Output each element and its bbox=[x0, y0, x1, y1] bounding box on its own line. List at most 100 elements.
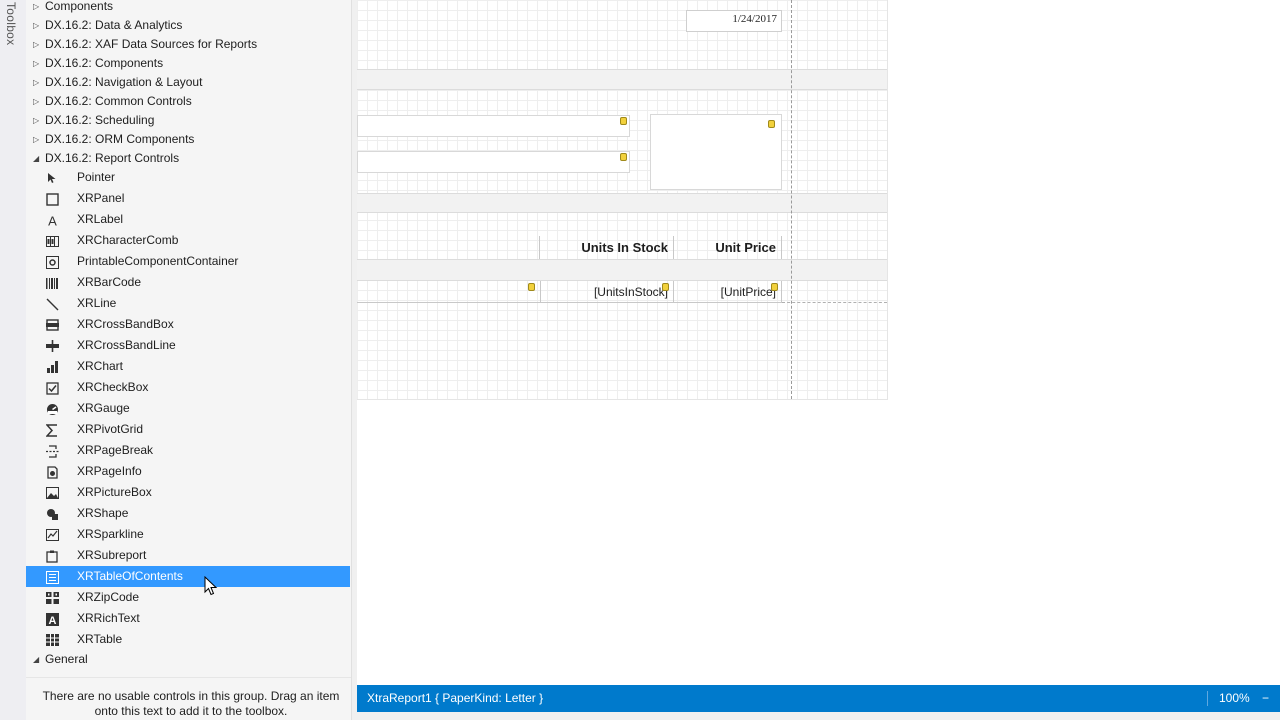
band-separator[interactable] bbox=[357, 193, 887, 213]
toolbox-group-dx-16-2-scheduling[interactable]: ▷ DX.16.2: Scheduling bbox=[26, 111, 352, 130]
smart-tag-icon[interactable] bbox=[528, 283, 535, 291]
page-info-icon bbox=[45, 465, 59, 479]
toolbox-item-label: XRTableOfContents bbox=[77, 569, 183, 583]
toolbox-item-xrbarcode[interactable]: XRBarCode bbox=[26, 272, 350, 293]
header-cell-blank[interactable] bbox=[357, 236, 540, 259]
picture-box[interactable] bbox=[650, 114, 782, 190]
toolbox-item-xrline[interactable]: XRLine bbox=[26, 293, 350, 314]
toolbox-item-label: Pointer bbox=[77, 170, 116, 184]
toolbox-item-xrcharactercomb[interactable]: XRCharacterComb bbox=[26, 230, 350, 251]
collapsed-triangle-icon[interactable]: ▷ bbox=[33, 54, 39, 73]
toolbox-item-label: XRPageInfo bbox=[77, 464, 142, 478]
toolbox-item-xrtableofcontents[interactable]: XRTableOfContents bbox=[26, 566, 350, 587]
toolbox-item-xrsparkline[interactable]: XRSparkline bbox=[26, 524, 350, 545]
toolbox-item-xrpanel[interactable]: XRPanel bbox=[26, 188, 350, 209]
collapsed-triangle-icon[interactable]: ▷ bbox=[33, 111, 39, 130]
toolbox-item-xrcrossbandbox[interactable]: XRCrossBandBox bbox=[26, 314, 350, 335]
date-text: 1/24/2017 bbox=[732, 13, 777, 25]
label-icon: A bbox=[45, 213, 59, 227]
design-surface[interactable]: 1/24/2017 Units In Stock Unit Price [Uni… bbox=[357, 0, 888, 400]
header-cell-unit-price[interactable]: Unit Price bbox=[673, 236, 782, 259]
toolbox-group-dx-16-2-xaf-data-sources-for-reports[interactable]: ▷ DX.16.2: XAF Data Sources for Reports bbox=[26, 35, 352, 54]
toolbox-item-xrpagebreak[interactable]: XRPageBreak bbox=[26, 440, 350, 461]
right-margin-line[interactable] bbox=[791, 0, 792, 399]
toolbox-item-label: XRPivotGrid bbox=[77, 422, 144, 436]
smart-tag-icon[interactable] bbox=[620, 153, 627, 161]
cross-band-line-icon bbox=[45, 339, 59, 353]
toolbox-group-dx-16-2-report-controls[interactable]: ◢ DX.16.2: Report Controls bbox=[26, 149, 352, 168]
toolbox-group-components[interactable]: ▷ Components bbox=[26, 0, 352, 16]
collapsed-triangle-icon[interactable]: ▷ bbox=[33, 0, 39, 16]
header-cell-units-in-stock[interactable]: Units In Stock bbox=[539, 236, 674, 259]
collapsed-triangle-icon[interactable]: ▷ bbox=[33, 92, 39, 111]
empty-group-message[interactable]: There are no usable controls in this gro… bbox=[36, 689, 346, 719]
expanded-triangle-icon[interactable]: ◢ bbox=[33, 650, 39, 669]
toolbox-item-xrcrossbandline[interactable]: XRCrossBandLine bbox=[26, 335, 350, 356]
panel-icon bbox=[45, 192, 59, 206]
smart-tag-icon[interactable] bbox=[662, 283, 669, 291]
toolbox-item-label: XRCrossBandLine bbox=[77, 338, 176, 352]
toolbox-item-label: XRGauge bbox=[77, 401, 130, 415]
toolbox-item-label: XRZipCode bbox=[77, 590, 140, 604]
smart-tag-icon[interactable] bbox=[620, 117, 627, 125]
rich-text-icon: A bbox=[45, 612, 59, 626]
toolbox-item-label: XRChart bbox=[77, 359, 124, 373]
toolbox-item-printablecomponentcontainer[interactable]: PrintableComponentContainer bbox=[26, 251, 350, 272]
toolbox-item-label: XRCrossBandBox bbox=[77, 317, 174, 331]
detail-cell-blank[interactable] bbox=[357, 281, 540, 303]
toolbox-item-label: XRLabel bbox=[77, 212, 124, 226]
toolbox-item-label: XRTable bbox=[77, 632, 123, 646]
bottom-strip bbox=[357, 712, 1280, 720]
toolbox-group-dx-16-2-common-controls[interactable]: ▷ DX.16.2: Common Controls bbox=[26, 92, 352, 111]
detail-cell-unit-price[interactable]: [UnitPrice] bbox=[673, 281, 782, 303]
toolbox-item-pointer[interactable]: Pointer bbox=[26, 167, 350, 188]
toolbox-group-dx-16-2-components[interactable]: ▷ DX.16.2: Components bbox=[26, 54, 352, 73]
toolbox-item-xrsubreport[interactable]: XRSubreport bbox=[26, 545, 350, 566]
toolbox-item-xrzipcode[interactable]: XRZipCode bbox=[26, 587, 350, 608]
collapsed-triangle-icon[interactable]: ▷ bbox=[33, 130, 39, 149]
toolbox-group-dx-16-2-orm-components[interactable]: ▷ DX.16.2: ORM Components bbox=[26, 130, 352, 149]
table-of-contents-icon bbox=[45, 570, 59, 584]
field-label-1[interactable] bbox=[357, 115, 630, 137]
zipcode-icon bbox=[45, 591, 59, 605]
report-info: XtraReport1 { PaperKind: Letter } bbox=[367, 691, 544, 705]
band-separator[interactable] bbox=[357, 259, 887, 281]
field-label-2[interactable] bbox=[357, 151, 630, 173]
collapsed-triangle-icon[interactable]: ▷ bbox=[33, 35, 39, 54]
toolbox-group-dx-16-2-data-analytics[interactable]: ▷ DX.16.2: Data & Analytics bbox=[26, 16, 352, 35]
toolbox-item-xrlabel[interactable]: A XRLabel bbox=[26, 209, 350, 230]
toolbox-group-label: DX.16.2: Navigation & Layout bbox=[45, 75, 203, 89]
toolbox-item-xrpivotgrid[interactable]: XRPivotGrid bbox=[26, 419, 350, 440]
date-label[interactable]: 1/24/2017 bbox=[686, 10, 782, 32]
pointer-icon bbox=[45, 171, 59, 185]
toolbox-item-xrgauge[interactable]: XRGauge bbox=[26, 398, 350, 419]
collapsed-triangle-icon[interactable]: ▷ bbox=[33, 16, 39, 35]
zoom-out-button[interactable]: − bbox=[1262, 685, 1269, 712]
expanded-triangle-icon[interactable]: ◢ bbox=[33, 149, 39, 168]
toolbox-item-xrcheckbox[interactable]: XRCheckBox bbox=[26, 377, 350, 398]
page-break-icon bbox=[45, 444, 59, 458]
zoom-level[interactable]: 100% bbox=[1219, 685, 1250, 712]
toolbox-item-xrshape[interactable]: XRShape bbox=[26, 503, 350, 524]
toolbox-group-label: DX.16.2: Report Controls bbox=[45, 151, 180, 165]
picture-box-icon bbox=[45, 486, 59, 500]
toolbox-group-general[interactable]: ◢ General bbox=[26, 650, 352, 669]
toolbox-item-xrpicturebox[interactable]: XRPictureBox bbox=[26, 482, 350, 503]
divider bbox=[26, 677, 352, 678]
cross-band-box-icon bbox=[45, 318, 59, 332]
toolbox-group-dx-16-2-navigation-layout[interactable]: ▷ DX.16.2: Navigation & Layout bbox=[26, 73, 352, 92]
toolbox-item-xrrichtext[interactable]: A XRRichText bbox=[26, 608, 350, 629]
toolbox-tab-label: Toolbox bbox=[4, 2, 18, 46]
band-separator[interactable] bbox=[357, 69, 887, 90]
toolbox-item-xrtable[interactable]: XRTable bbox=[26, 629, 350, 650]
picture-smart-tag-icon[interactable] bbox=[768, 120, 775, 128]
smart-tag-icon[interactable] bbox=[771, 283, 778, 291]
collapsed-triangle-icon[interactable]: ▷ bbox=[33, 73, 39, 92]
sparkline-icon bbox=[45, 528, 59, 542]
table-icon bbox=[45, 633, 59, 647]
toolbox-item-xrpageinfo[interactable]: XRPageInfo bbox=[26, 461, 350, 482]
detail-cell-units-in-stock[interactable]: [UnitsInStock] bbox=[540, 281, 673, 303]
toolbox-item-xrchart[interactable]: XRChart bbox=[26, 356, 350, 377]
toolbox-item-label: XRRichText bbox=[77, 611, 140, 625]
toolbox-tab[interactable]: Toolbox bbox=[0, 0, 27, 720]
